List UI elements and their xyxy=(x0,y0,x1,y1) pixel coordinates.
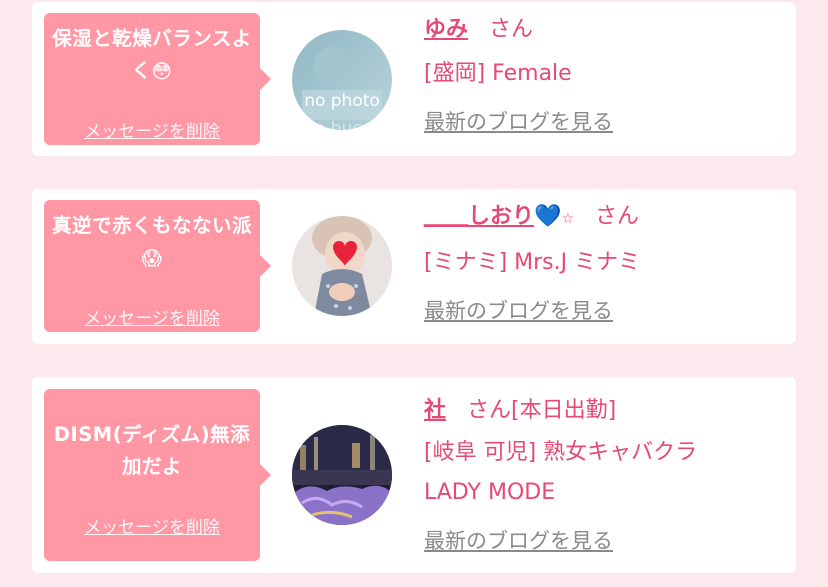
profile-photo-image xyxy=(292,216,392,316)
status-badge: [本日出勤] xyxy=(511,398,617,423)
message-bubble: DISM(ディズム)無添加だよ メッセージを削除 xyxy=(44,389,271,561)
profile-photo-image xyxy=(292,425,392,525)
honorific: さん xyxy=(467,398,512,423)
no-photo-avatar-image: no photo no photo xyxy=(292,30,392,130)
latest-blog-link[interactable]: 最新のブログを見る xyxy=(424,102,786,142)
avatar[interactable]: no photo no photo xyxy=(292,30,392,130)
delete-message-link[interactable]: メッセージを削除 xyxy=(44,304,260,329)
message-body: DISM(ディズム)無添加だよ xyxy=(53,423,251,478)
honorific: さん xyxy=(595,204,640,229)
user-info: ＿＿しおり💙☆ さん [ミナミ] Mrs.J ミナミ 最新のブログを見る xyxy=(424,197,786,331)
message-card: 真逆で赤くもなない派 😱 メッセージを削除 ＿＿しおり💙☆ さん [ミナミ] Mr… xyxy=(32,189,796,344)
shop-label: [ミナミ] Mrs.J ミナミ xyxy=(424,250,641,275)
honorific: さん xyxy=(489,17,534,42)
screaming-face-icon: 😱 xyxy=(141,246,163,270)
user-info: ゆみ さん [盛岡] Female 最新のブログを見る xyxy=(424,10,786,142)
star-icon: ☆ xyxy=(561,211,574,227)
message-bubble: 真逆で赤くもなない派 😱 メッセージを削除 xyxy=(44,200,271,332)
latest-blog-link[interactable]: 最新のブログを見る xyxy=(424,521,786,561)
shop-label: [岐阜 可児] 熟女キャバクラ xyxy=(424,440,698,465)
avatar-placeholder-text: no photo xyxy=(304,91,380,111)
message-card: DISM(ディズム)無添加だよ メッセージを削除 社 さん[本日出勤] [岐阜 … xyxy=(32,377,796,573)
name-line: 社 さん[本日出勤] xyxy=(424,391,786,431)
user-name-link[interactable]: 社 xyxy=(424,398,446,423)
flushed-face-icon: 😳 xyxy=(151,59,173,83)
message-bubble: 保湿と乾燥バランスよく😳 メッセージを削除 xyxy=(44,13,271,145)
latest-blog-link[interactable]: 最新のブログを見る xyxy=(424,291,786,331)
message-text: DISM(ディズム)無添加だよ xyxy=(44,419,260,483)
name-prefix: ＿＿ xyxy=(424,204,469,229)
shop-name-cont: LADY MODE xyxy=(424,480,556,505)
name-line: ＿＿しおり💙☆ さん xyxy=(424,197,786,239)
delete-message-link[interactable]: メッセージを削除 xyxy=(44,513,260,538)
message-body: 真逆で赤くもなない派 xyxy=(51,214,252,237)
svg-text:no photo: no photo xyxy=(304,119,380,130)
name-text: しおり xyxy=(468,204,535,229)
message-card: 保湿と乾燥バランスよく😳 メッセージを削除 no photo no photo … xyxy=(32,2,796,156)
blue-heart-icon: 💙 xyxy=(534,204,562,229)
user-name-link[interactable]: ゆみ xyxy=(424,17,468,42)
delete-message-link[interactable]: メッセージを削除 xyxy=(44,117,260,142)
message-text: 保湿と乾燥バランスよく😳 xyxy=(44,23,260,88)
name-line: ゆみ さん xyxy=(424,10,786,50)
shop-label: [盛岡] Female xyxy=(424,61,572,86)
avatar[interactable] xyxy=(292,425,392,525)
user-info: 社 さん[本日出勤] [岐阜 可児] 熟女キャバクラ LADY MODE 最新の… xyxy=(424,391,786,561)
message-text: 真逆で赤くもなない派 😱 xyxy=(44,210,260,275)
user-name-link[interactable]: ＿＿しおり xyxy=(424,204,534,229)
avatar[interactable] xyxy=(292,216,392,316)
